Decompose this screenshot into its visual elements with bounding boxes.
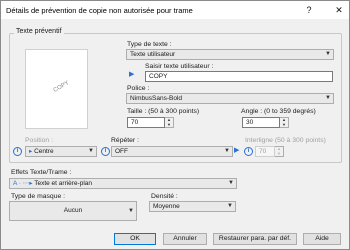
repeat-value: OFF (115, 148, 128, 155)
chevron-down-icon: ▼ (88, 148, 94, 154)
position-label: Position : (25, 137, 53, 144)
help-title-button[interactable]: ? (301, 3, 317, 17)
pattern-select[interactable]: Aucun ▼ (9, 201, 137, 221)
info-icon: i (244, 147, 253, 156)
chevron-down-icon: ▼ (325, 51, 331, 57)
effects-value: Texte et arrière-plan (34, 180, 93, 187)
font-select[interactable]: NimbusSans-Bold ▼ (126, 93, 334, 104)
chevron-down-icon: ▼ (325, 95, 331, 101)
text-type-select[interactable]: Texte utilisateur ▼ (126, 49, 334, 60)
font-value: NimbusSans-Bold (130, 95, 183, 102)
ok-button[interactable]: OK (114, 233, 156, 245)
user-text-input[interactable]: COPY (145, 71, 333, 82)
dialog-window: Détails de prévention de copie non autor… (0, 0, 350, 250)
density-label: Densité : (151, 193, 178, 200)
angle-stepper[interactable]: ▲ ▼ (280, 117, 289, 128)
pattern-label: Type de masque : (11, 193, 66, 200)
angle-input[interactable]: 30 (242, 117, 280, 128)
position-select[interactable]: ▸ Centre ▼ (25, 146, 97, 157)
angle-label: Angle : (0 to 359 degrés) (241, 108, 316, 115)
restore-defaults-button[interactable]: Restaurer para. par déf. (213, 233, 297, 245)
spacing-input[interactable]: 70 (255, 146, 275, 157)
text-type-label: Type de texte : (127, 41, 172, 48)
density-select[interactable]: Moyenne ▼ (149, 201, 236, 212)
effects-label: Effets Texte/Trame : (11, 169, 72, 176)
chevron-down-icon: ▼ (228, 180, 234, 186)
size-label: Taille : (50 à 300 points) (127, 108, 200, 115)
title-bar: Détails de prévention de copie non autor… (1, 1, 349, 19)
size-stepper[interactable]: ▲ ▼ (165, 117, 174, 128)
size-input[interactable]: 70 (127, 117, 165, 128)
dialog-title: Détails de prévention de copie non autor… (6, 6, 193, 15)
effects-select[interactable]: A · ⋯▸ Texte et arrière-plan ▼ (9, 178, 237, 189)
chevron-down-icon: ▼ (227, 203, 233, 209)
repeat-select[interactable]: OFF ▼ (111, 146, 233, 157)
copy-preview: COPY (25, 49, 88, 129)
info-icon: i (101, 147, 110, 156)
text-background-icon: A · ⋯▸ (13, 180, 35, 187)
preview-watermark: COPY (52, 80, 71, 94)
chevron-down-icon: ▼ (128, 208, 134, 214)
cancel-button[interactable]: Annuler (163, 233, 207, 245)
position-value: Centre (34, 148, 54, 155)
user-text-label: Saisir texte utilisateur : (145, 63, 214, 70)
font-label: Police : (127, 85, 150, 92)
density-value: Moyenne (153, 203, 180, 210)
play-arrow-icon: ▶ (129, 71, 135, 78)
help-button[interactable]: Aide (303, 233, 341, 245)
spacing-stepper[interactable]: ▲ ▼ (275, 146, 284, 157)
close-button[interactable]: ✕ (331, 3, 347, 17)
play-arrow-icon: ▶ (234, 147, 240, 154)
text-type-value: Texte utilisateur (130, 51, 176, 58)
chevron-down-icon: ▼ (224, 148, 230, 154)
text-prevention-group-label: Texte préventif (14, 28, 64, 35)
spacing-label: Interligne (50 à 300 points) (245, 137, 326, 144)
repeat-label: Répéter : (111, 137, 139, 144)
info-icon: i (13, 147, 22, 156)
pattern-value: Aucun (63, 207, 83, 214)
